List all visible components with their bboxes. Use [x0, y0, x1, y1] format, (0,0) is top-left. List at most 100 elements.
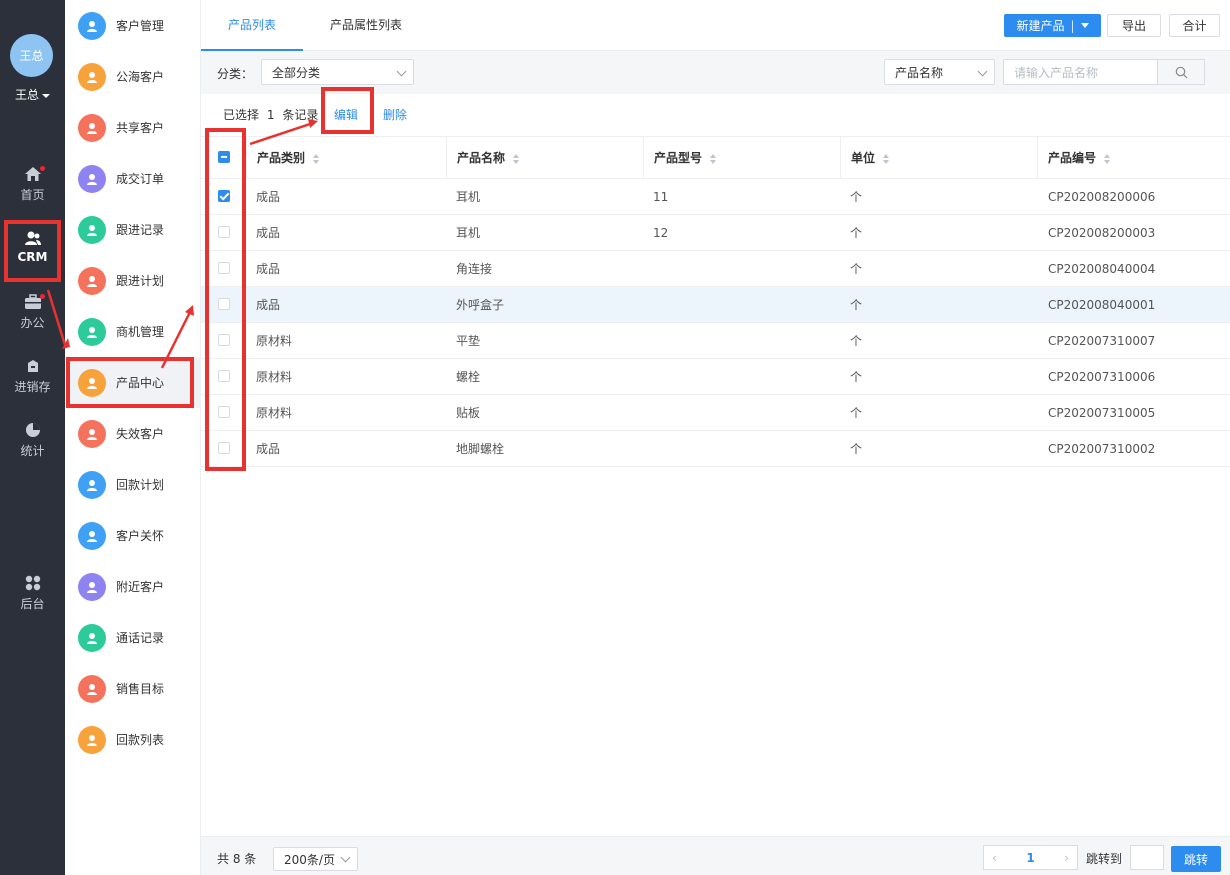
jump-button[interactable]: 跳转	[1171, 846, 1221, 872]
menu-item[interactable]: 商机管理	[65, 306, 201, 357]
column-header-category[interactable]: 产品类别	[246, 137, 446, 179]
table-row[interactable]: 成品 地脚螺栓 个 CP202007310002	[201, 431, 1230, 467]
table-header: 产品类别 产品名称 产品型号 单位 产品编号	[201, 136, 1230, 179]
cell-name: 贴板	[456, 406, 481, 420]
menu-item-label: 客户管理	[116, 19, 165, 33]
menu-item-label: 失效客户	[116, 427, 165, 441]
main-content: 产品列表 产品属性列表 新建产品 | 导出 合计 分类： 全部分类 产品名称 请…	[201, 0, 1230, 875]
table-row[interactable]: 原材料 贴板 个 CP202007310005	[201, 395, 1230, 431]
target-icon	[78, 674, 106, 703]
menu-item[interactable]: 回款计划	[65, 459, 201, 510]
avatar[interactable]: 王总	[10, 34, 53, 77]
nav-item-admin[interactable]: 后台	[0, 575, 65, 629]
prev-page-icon[interactable]: ‹	[992, 851, 997, 865]
cell-name: 平垫	[456, 334, 481, 348]
column-header-unit[interactable]: 单位	[840, 137, 1037, 179]
page-size-value: 200条/页	[284, 852, 335, 867]
note-icon	[78, 215, 106, 244]
total-count: 共 8 条	[217, 852, 257, 866]
cell-name: 地脚螺栓	[456, 442, 505, 456]
menu-item-label: 跟进计划	[116, 274, 165, 288]
sort-icon[interactable]	[710, 153, 717, 164]
menu-item-label: 附近客户	[116, 580, 165, 594]
table-row[interactable]: 成品 耳机 11 个 CP202008200006	[201, 179, 1230, 215]
sort-icon[interactable]	[313, 153, 320, 164]
jump-page-input[interactable]	[1130, 845, 1164, 870]
cell-code: CP202008040001	[1048, 298, 1156, 312]
sort-icon[interactable]	[1104, 153, 1111, 164]
sort-icon[interactable]	[883, 153, 890, 164]
cell-name: 角连接	[456, 262, 493, 276]
current-page[interactable]: 1	[1026, 851, 1034, 865]
column-header-model[interactable]: 产品型号	[643, 137, 840, 179]
table-row[interactable]: 成品 耳机 12 个 CP202008200003	[201, 215, 1230, 251]
cell-model: 12	[653, 226, 669, 240]
table-row[interactable]: 成品 角连接 个 CP202008040004	[201, 251, 1230, 287]
notification-dot	[40, 166, 45, 171]
cell-category: 原材料	[256, 406, 293, 420]
category-label: 分类：	[217, 67, 254, 81]
cell-code: CP202008200003	[1048, 226, 1156, 240]
cell-code: CP202008200006	[1048, 190, 1156, 204]
nav-item-inventory[interactable]: 进销存	[0, 358, 65, 412]
menu-item[interactable]: 跟进计划	[65, 255, 201, 306]
menu-item[interactable]: 回款列表	[65, 714, 201, 765]
column-header-code[interactable]: 产品编号	[1037, 137, 1230, 179]
search-field-select[interactable]: 产品名称	[884, 59, 995, 85]
tab-product-list[interactable]: 产品列表	[201, 0, 303, 51]
export-button[interactable]: 导出	[1107, 14, 1161, 37]
menu-item[interactable]: 公海客户	[65, 51, 201, 102]
payment-list-icon	[78, 725, 106, 754]
cell-unit: 个	[850, 370, 863, 384]
nav-item-label: 后台	[20, 597, 45, 611]
cell-category: 原材料	[256, 370, 293, 384]
selection-prefix: 已选择	[223, 108, 260, 122]
dropdown-caret-icon[interactable]	[1080, 23, 1089, 28]
page-size-select[interactable]: 200条/页	[273, 847, 358, 871]
annotation-highlight-edit	[321, 87, 374, 134]
nav-item-stats[interactable]: 统计	[0, 422, 65, 476]
menu-item[interactable]: 客户管理	[65, 0, 201, 51]
menu-item[interactable]: 销售目标	[65, 663, 201, 714]
menu-item[interactable]: 跟进记录	[65, 204, 201, 255]
jump-label: 跳转到	[1086, 852, 1123, 866]
nav-item-home[interactable]: 首页	[0, 166, 65, 220]
payment-plan-icon	[78, 470, 106, 499]
person-icon	[78, 62, 106, 91]
menu-item-label: 客户关怀	[116, 529, 165, 543]
pagination-bar: 共 8 条 200条/页 ‹ 1 › 跳转到 跳转	[201, 836, 1230, 875]
user-menu[interactable]: 王总	[0, 86, 65, 103]
new-product-button[interactable]: 新建产品 |	[1004, 14, 1101, 37]
search-input[interactable]: 请输入产品名称	[1003, 59, 1158, 85]
search-field-value: 产品名称	[895, 65, 944, 80]
menu-item[interactable]: 共享客户	[65, 102, 201, 153]
next-page-icon[interactable]: ›	[1064, 851, 1069, 865]
cell-code: CP202008040004	[1048, 262, 1156, 276]
cell-category: 成品	[256, 190, 281, 204]
sum-button[interactable]: 合计	[1169, 14, 1220, 37]
column-header-name[interactable]: 产品名称	[446, 137, 643, 179]
search-button[interactable]	[1157, 59, 1205, 85]
grid-icon	[25, 575, 40, 591]
new-product-label: 新建产品	[1016, 19, 1065, 33]
menu-item[interactable]: 成交订单	[65, 153, 201, 204]
delete-link[interactable]: 删除	[383, 106, 407, 123]
tab-product-attributes[interactable]: 产品属性列表	[316, 0, 416, 51]
menu-item[interactable]: 附近客户	[65, 561, 201, 612]
menu-item[interactable]: 失效客户	[65, 408, 201, 459]
nav-item-office[interactable]: 办公	[0, 294, 65, 348]
cell-name: 外呼盒子	[456, 298, 505, 312]
column-header-label: 产品类别	[257, 151, 306, 165]
cell-code: CP202007310005	[1048, 406, 1156, 420]
menu-item[interactable]: 通话记录	[65, 612, 201, 663]
sort-icon[interactable]	[513, 153, 520, 164]
table-row[interactable]: 原材料 平垫 个 CP202007310007	[201, 323, 1230, 359]
pie-chart-icon	[25, 423, 40, 437]
tab-bar: 产品列表 产品属性列表 新建产品 | 导出 合计	[201, 0, 1230, 51]
cell-category: 原材料	[256, 334, 293, 348]
cell-name: 螺栓	[456, 370, 481, 384]
table-row[interactable]: 成品 外呼盒子 个 CP202008040001	[201, 287, 1230, 323]
menu-item[interactable]: 客户关怀	[65, 510, 201, 561]
table-row[interactable]: 原材料 螺栓 个 CP202007310006	[201, 359, 1230, 395]
category-select[interactable]: 全部分类	[261, 59, 414, 85]
